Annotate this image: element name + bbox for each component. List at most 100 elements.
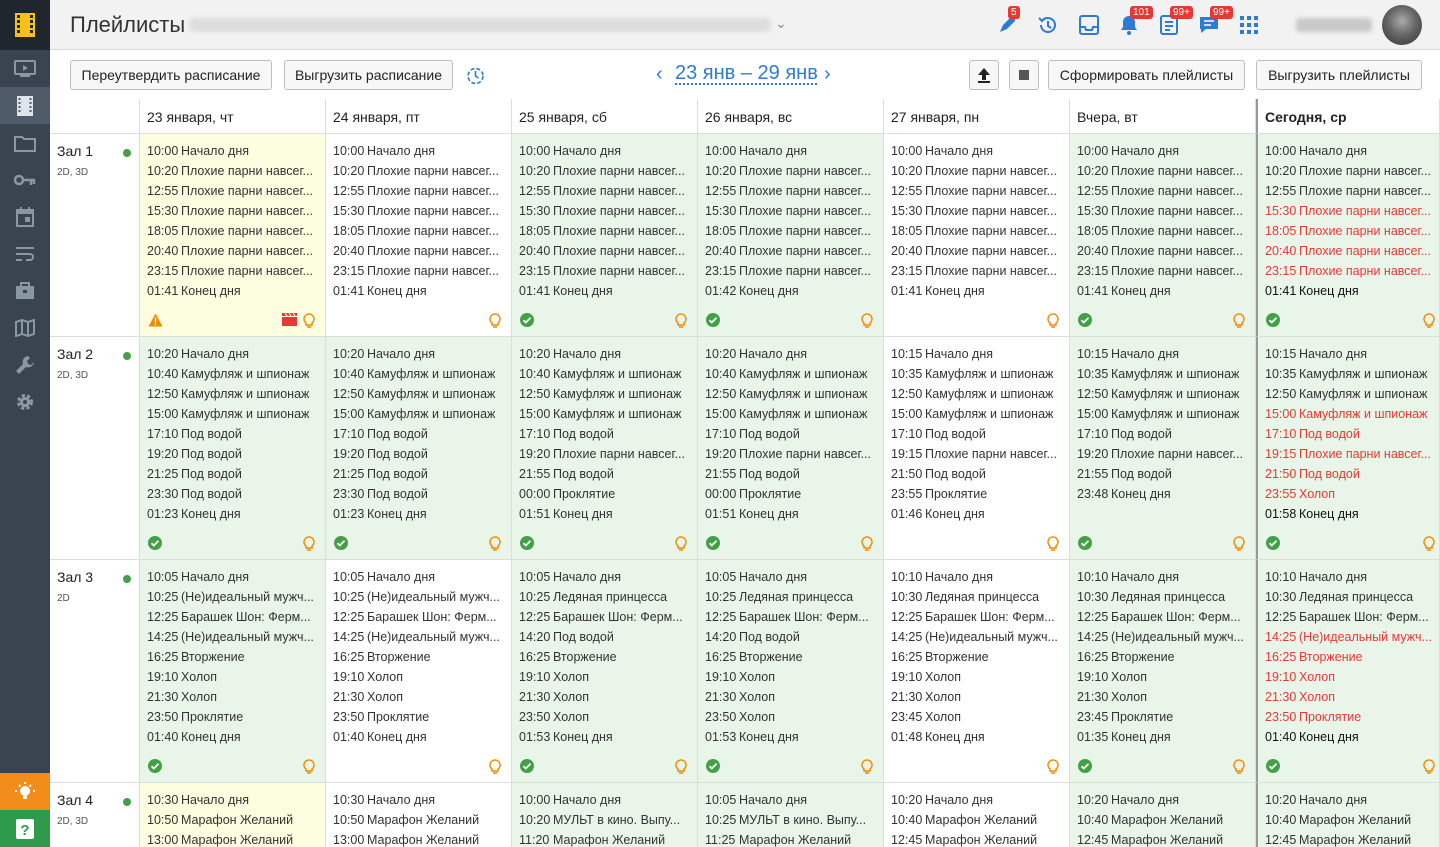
playlist-entry[interactable]: 10:00 Начало дня (1077, 141, 1255, 161)
lightbulb-icon[interactable] (674, 536, 688, 551)
playlist-entry[interactable]: 19:20 Плохие парни навсег... (1077, 444, 1255, 464)
playlist-entry[interactable]: 10:20 МУЛЬТ в кино. Выпу... (519, 810, 697, 830)
playlist-entry[interactable]: 10:00 Начало дня (891, 141, 1069, 161)
playlist-entry[interactable]: 10:10 Начало дня (891, 567, 1069, 587)
playlist-cell[interactable]: 10:15 Начало дня 10:35 Камуфляж и шпионаж 12… (1256, 337, 1440, 560)
playlist-entry[interactable]: 21:30 Холоп (333, 687, 511, 707)
playlist-cell[interactable]: 10:00 Начало дня 10:20 Плохие парни навсег.… (512, 134, 698, 337)
playlist-entry[interactable]: 23:30 Под водой (147, 484, 325, 504)
playlist-entry[interactable]: 01:48 Конец дня (891, 727, 1069, 747)
playlist-entry[interactable]: 21:30 Холоп (519, 687, 697, 707)
playlist-entry[interactable]: 21:30 Холоп (705, 687, 883, 707)
lightbulb-icon[interactable] (488, 759, 502, 774)
lightbulb-icon[interactable] (1232, 759, 1246, 774)
playlist-entry[interactable]: 19:20 Плохие парни навсег... (705, 444, 883, 464)
playlist-entry[interactable]: 10:05 Начало дня (705, 567, 883, 587)
playlist-entry[interactable]: 10:40 Камуфляж и шпионаж (147, 364, 325, 384)
playlist-entry[interactable]: 10:20 Начало дня (705, 344, 883, 364)
playlist-entry[interactable]: 12:25 Барашек Шон: Ферм... (1265, 607, 1439, 627)
playlist-entry[interactable]: 19:15 Плохие парни навсег... (891, 444, 1069, 464)
playlist-entry[interactable]: 12:55 Плохие парни навсег... (705, 181, 883, 201)
playlist-entry[interactable]: 01:51 Конец дня (705, 504, 883, 524)
playlist-cell[interactable]: 10:00 Начало дня 10:20 Плохие парни навсег.… (698, 134, 884, 337)
playlist-entry[interactable]: 19:10 Холоп (333, 667, 511, 687)
playlist-entry[interactable]: 12:45 Марафон Желаний (891, 830, 1069, 847)
playlist-entry[interactable]: 15:00 Камуфляж и шпионаж (891, 404, 1069, 424)
playlist-entry[interactable]: 19:10 Холоп (705, 667, 883, 687)
lightbulb-icon[interactable] (1232, 313, 1246, 328)
playlist-entry[interactable]: 14:25 (Не)идеальный мужч... (333, 627, 511, 647)
playlist-entry[interactable]: 10:05 Начало дня (705, 790, 883, 810)
playlist-entry[interactable]: 12:55 Плохие парни навсег... (333, 181, 511, 201)
playlist-cell[interactable]: 10:15 Начало дня 10:35 Камуфляж и шпионаж 12… (884, 337, 1070, 560)
playlist-entry[interactable]: 15:30 Плохие парни навсег... (1265, 201, 1439, 221)
history-button[interactable] (1035, 12, 1061, 38)
playlist-entry[interactable]: 18:05 Плохие парни навсег... (1265, 221, 1439, 241)
playlist-entry[interactable]: 01:41 Конец дня (333, 281, 511, 301)
help-button[interactable]: ? (0, 810, 50, 847)
playlist-entry[interactable]: 12:55 Плохие парни навсег... (891, 181, 1069, 201)
playlist-entry[interactable]: 16:25 Вторжение (891, 647, 1069, 667)
playlist-entry[interactable]: 11:25 Марафон Желаний (705, 830, 883, 847)
playlist-entry[interactable]: 10:15 Начало дня (1265, 344, 1439, 364)
playlist-cell[interactable]: 10:20 Начало дня 10:40 Марафон Желаний 12:45… (1070, 783, 1256, 847)
playlist-entry[interactable]: 20:40 Плохие парни навсег... (1077, 241, 1255, 261)
playlist-entry[interactable]: 10:00 Начало дня (519, 790, 697, 810)
playlist-entry[interactable]: 01:23 Конец дня (333, 504, 511, 524)
playlist-cell[interactable]: 10:20 Начало дня 10:40 Камуфляж и шпионаж 12… (698, 337, 884, 560)
playlist-entry[interactable]: 23:30 Под водой (333, 484, 511, 504)
playlist-entry[interactable]: 13:00 Марафон Желаний (333, 830, 511, 847)
playlist-entry[interactable]: 12:50 Камуфляж и шпионаж (333, 384, 511, 404)
playlist-entry[interactable]: 10:30 Ледяная принцесса (891, 587, 1069, 607)
playlist-entry[interactable]: 23:50 Холоп (519, 707, 697, 727)
playlist-entry[interactable]: 10:20 Начало дня (891, 790, 1069, 810)
playlist-entry[interactable]: 23:50 Холоп (705, 707, 883, 727)
playlist-entry[interactable]: 10:05 Начало дня (519, 567, 697, 587)
playlist-entry[interactable]: 23:15 Плохие парни навсег... (333, 261, 511, 281)
playlist-entry[interactable]: 19:15 Плохие парни навсег... (1265, 444, 1439, 464)
playlist-entry[interactable]: 12:55 Плохие парни навсег... (1265, 181, 1439, 201)
playlist-entry[interactable]: 17:10 Под водой (1077, 424, 1255, 444)
playlist-entry[interactable]: 12:50 Камуфляж и шпионаж (519, 384, 697, 404)
playlist-entry[interactable]: 23:15 Плохие парни навсег... (705, 261, 883, 281)
lightbulb-icon[interactable] (674, 759, 688, 774)
playlist-entry[interactable]: 18:05 Плохие парни навсег... (891, 221, 1069, 241)
playlist-entry[interactable]: 12:50 Камуфляж и шпионаж (705, 384, 883, 404)
playlist-entry[interactable]: 19:10 Холоп (891, 667, 1069, 687)
playlist-entry[interactable]: 01:40 Конец дня (1265, 727, 1439, 747)
playlist-entry[interactable]: 10:20 Начало дня (333, 344, 511, 364)
playlist-entry[interactable]: 20:40 Плохие парни навсег... (705, 241, 883, 261)
playlist-entry[interactable]: 10:40 Марафон Желаний (1077, 810, 1255, 830)
playlist-entry[interactable]: 21:55 Под водой (705, 464, 883, 484)
playlist-entry[interactable]: 10:00 Начало дня (147, 141, 325, 161)
playlist-entry[interactable]: 21:30 Холоп (1077, 687, 1255, 707)
app-logo-icon[interactable] (0, 0, 50, 50)
avatar[interactable] (1382, 5, 1422, 45)
playlist-entry[interactable]: 01:41 Конец дня (1077, 281, 1255, 301)
playlist-entry[interactable]: 23:15 Плохие парни навсег... (891, 261, 1069, 281)
playlist-entry[interactable]: 23:45 Проклятие (1077, 707, 1255, 727)
playlist-entry[interactable]: 10:05 Начало дня (147, 567, 325, 587)
playlist-entry[interactable]: 12:55 Плохие парни навсег... (1077, 181, 1255, 201)
sidebar-item-playlists[interactable] (0, 87, 50, 124)
playlist-entry[interactable]: 14:25 (Не)идеальный мужч... (1265, 627, 1439, 647)
playlist-entry[interactable]: 10:20 Плохие парни навсег... (1265, 161, 1439, 181)
lightbulb-icon[interactable] (674, 313, 688, 328)
playlist-entry[interactable]: 11:20 Марафон Желаний (519, 830, 697, 847)
playlist-entry[interactable]: 01:53 Конец дня (519, 727, 697, 747)
playlist-entry[interactable]: 10:40 Марафон Желаний (891, 810, 1069, 830)
playlist-entry[interactable]: 12:55 Плохие парни навсег... (147, 181, 325, 201)
playlist-cell[interactable]: 10:05 Начало дня 10:25 (Не)идеальный мужч..… (140, 560, 326, 783)
tips-button[interactable] (0, 773, 50, 810)
playlist-entry[interactable]: 01:35 Конец дня (1077, 727, 1255, 747)
playlist-entry[interactable]: 12:50 Камуфляж и шпионаж (891, 384, 1069, 404)
playlist-entry[interactable]: 01:42 Конец дня (705, 281, 883, 301)
playlist-cell[interactable]: 10:20 Начало дня 10:40 Камуфляж и шпионаж 12… (326, 337, 512, 560)
playlist-entry[interactable]: 15:00 Камуфляж и шпионаж (147, 404, 325, 424)
playlist-entry[interactable]: 15:30 Плохие парни навсег... (519, 201, 697, 221)
playlist-entry[interactable]: 23:55 Холоп (1265, 484, 1439, 504)
playlist-entry[interactable]: 19:10 Холоп (1077, 667, 1255, 687)
playlist-entry[interactable]: 21:30 Холоп (1265, 687, 1439, 707)
playlist-entry[interactable]: 21:25 Под водой (333, 464, 511, 484)
sidebar-item-wrap[interactable] (0, 235, 50, 272)
